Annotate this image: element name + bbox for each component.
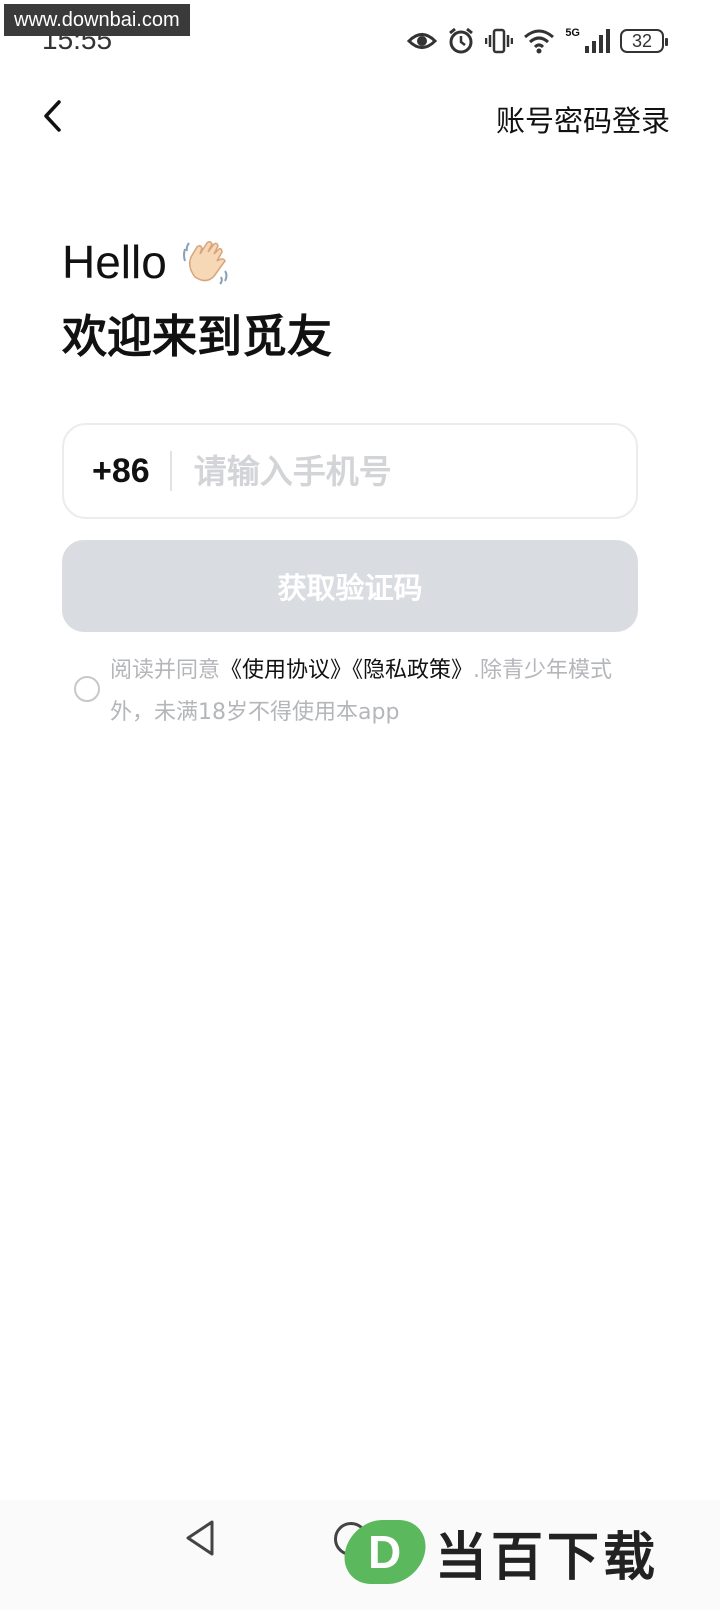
site-logo-watermark: D 当百下载 xyxy=(339,1510,660,1594)
nav-back-icon[interactable] xyxy=(184,1518,216,1558)
logo-badge-icon: D xyxy=(339,1520,431,1584)
hello-row: Hello xyxy=(62,232,332,292)
password-login-link[interactable]: 账号密码登录 xyxy=(496,98,670,140)
hello-title: Hello xyxy=(62,236,167,288)
signal-icon xyxy=(585,29,610,53)
terms-link[interactable]: 《使用协议》 xyxy=(220,658,352,683)
phone-field: +86 xyxy=(62,423,638,519)
logo-letter: D xyxy=(368,1526,402,1578)
watermark-url: www.downbai.com xyxy=(4,4,190,36)
phone-number-input[interactable] xyxy=(191,450,596,492)
battery-icon: 32 xyxy=(620,29,668,53)
agreement-text: 阅读并同意《使用协议》《隐私政策》.除青少年模式外，未满18岁不得使用本app xyxy=(110,650,634,734)
vibrate-icon xyxy=(485,28,514,54)
privacy-link[interactable]: 《隐私政策》 xyxy=(352,658,473,683)
greeting: Hello 欢迎来到觅友 xyxy=(62,232,332,365)
status-icons: 5G 32 xyxy=(407,24,668,58)
nav-bar: 账号密码登录 xyxy=(0,80,720,160)
battery-level: 32 xyxy=(631,31,653,51)
agree-checkbox[interactable] xyxy=(74,676,100,702)
back-button[interactable] xyxy=(30,94,74,138)
eye-icon xyxy=(407,33,438,49)
field-divider xyxy=(169,451,172,491)
alarm-icon xyxy=(449,27,474,54)
country-code-selector[interactable]: +86 xyxy=(92,452,150,491)
waving-hand-icon xyxy=(182,240,228,285)
wifi-icon xyxy=(524,29,555,54)
get-verification-code-button[interactable]: 获取验证码 xyxy=(62,540,638,632)
welcome-title: 欢迎来到觅友 xyxy=(62,310,333,363)
network-type: 5G xyxy=(565,27,580,39)
chevron-left-icon xyxy=(44,100,61,132)
agreement-prefix: 阅读并同意 xyxy=(110,658,221,683)
logo-text: 当百下载 xyxy=(435,1527,660,1588)
